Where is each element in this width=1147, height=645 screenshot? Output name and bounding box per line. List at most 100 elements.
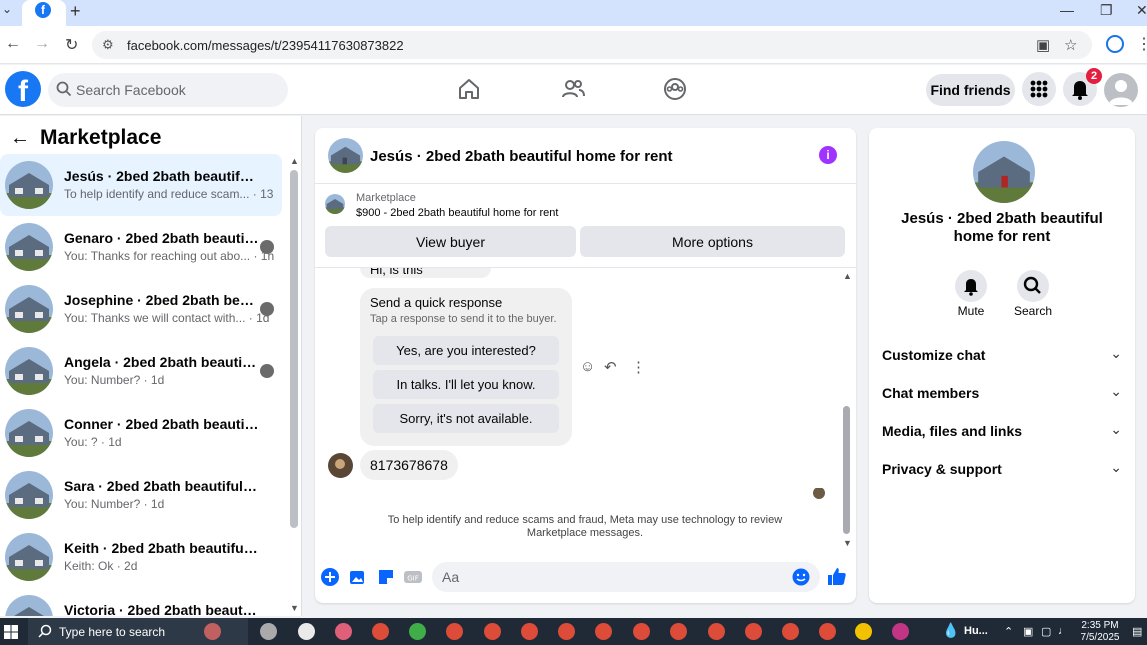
avatar-photo-icon xyxy=(328,453,353,478)
friends-icon[interactable] xyxy=(561,77,585,101)
message-field[interactable] xyxy=(432,562,820,592)
chat-members-row[interactable]: Chat members ⌄ xyxy=(882,381,1127,405)
message-input[interactable] xyxy=(442,562,782,592)
conversation-item[interactable]: Sara · 2bed 2bath beautiful hom... You: N… xyxy=(0,464,282,526)
app-icon[interactable] xyxy=(409,623,426,640)
facebook-logo-icon[interactable]: f xyxy=(5,71,41,108)
photo-icon[interactable] xyxy=(349,568,367,586)
groups-icon[interactable] xyxy=(663,77,687,101)
chrome-icon[interactable] xyxy=(708,623,725,640)
conversation-item[interactable]: Angela · 2bed 2bath beautiful... You: Num… xyxy=(0,340,282,402)
chat-scrollbar[interactable] xyxy=(843,406,850,534)
chrome-icon[interactable] xyxy=(558,623,575,640)
chat-scroll-up-icon[interactable]: ▲ xyxy=(843,271,852,281)
info-icon[interactable]: i xyxy=(819,146,837,164)
plus-icon[interactable] xyxy=(321,568,339,586)
more-options-button[interactable]: More options xyxy=(580,226,845,257)
menu-grid-button[interactable] xyxy=(1022,72,1056,106)
chrome-icon[interactable] xyxy=(745,623,762,640)
conversation-item[interactable]: Conner · 2bed 2bath beautiful h... You: ?… xyxy=(0,402,282,464)
chrome-icon[interactable] xyxy=(782,623,799,640)
search-input[interactable] xyxy=(76,73,276,107)
tray-display-icon[interactable]: ▢ xyxy=(1041,625,1051,638)
chrome-icon[interactable] xyxy=(670,623,687,640)
bicycle-app-icon[interactable] xyxy=(204,623,221,640)
search-conversation-button[interactable] xyxy=(1017,270,1049,302)
install-app-icon[interactable]: ▣ xyxy=(1036,36,1050,54)
listing-thumbnail[interactable] xyxy=(325,194,345,214)
message-more-icon[interactable]: ⋮ xyxy=(631,358,646,376)
like-icon[interactable] xyxy=(827,566,847,586)
tray-network-icon[interactable]: ▣ xyxy=(1023,625,1033,638)
scroll-down-icon[interactable]: ▼ xyxy=(290,603,299,613)
chrome-icon[interactable] xyxy=(855,623,872,640)
reload-icon[interactable]: ↻ xyxy=(65,35,78,55)
section-label: Chat members xyxy=(882,385,980,401)
chrome-icon[interactable] xyxy=(595,623,612,640)
weather-icon[interactable]: 💧 xyxy=(942,622,959,639)
chrome-icon[interactable] xyxy=(819,623,836,640)
instagram-icon[interactable] xyxy=(892,623,909,640)
tray-volume-icon[interactable]: ♩ xyxy=(1058,625,1069,637)
conversation-item[interactable]: Genaro · 2bed 2bath beautiful... You: Tha… xyxy=(0,216,282,278)
forward-icon[interactable]: → xyxy=(34,35,50,53)
sidebar-scrollbar[interactable] xyxy=(290,170,298,528)
reply-icon[interactable]: ↶ xyxy=(604,358,617,376)
facebook-search[interactable] xyxy=(48,73,288,107)
view-buyer-button[interactable]: View buyer xyxy=(325,226,576,257)
weather-label[interactable]: Hu... xyxy=(964,625,988,637)
chrome-icon[interactable] xyxy=(372,623,389,640)
url-text[interactable]: facebook.com/messages/t/2395411763087382… xyxy=(127,38,404,53)
gif-icon[interactable]: GIF xyxy=(404,568,422,586)
quick-response-button[interactable]: Yes, are you interested? xyxy=(373,336,559,365)
sender-avatar[interactable] xyxy=(328,453,353,478)
new-tab-icon[interactable]: + xyxy=(70,1,81,22)
react-emoji-icon[interactable]: ☺ xyxy=(580,358,595,375)
conversation-item[interactable]: Jesús · 2bed 2bath beautiful ho... To hel… xyxy=(0,154,282,216)
app-icon[interactable] xyxy=(298,623,315,640)
windows-start-icon[interactable] xyxy=(4,625,18,639)
media-files-links-row[interactable]: Media, files and links ⌄ xyxy=(882,419,1127,443)
notification-center-icon[interactable]: ▤ xyxy=(1132,625,1142,638)
customize-chat-row[interactable]: Customize chat ⌄ xyxy=(882,343,1127,367)
site-info-icon[interactable]: ⚙ xyxy=(102,37,114,53)
conversation-item[interactable]: Victoria · 2bed 2bath beautiful h... xyxy=(0,588,282,616)
bookmark-star-icon[interactable]: ☆ xyxy=(1064,36,1077,54)
chat-avatar[interactable] xyxy=(328,138,363,173)
privacy-support-row[interactable]: Privacy & support ⌄ xyxy=(882,457,1127,481)
browser-tab-facebook[interactable]: f xyxy=(22,0,66,26)
chrome-icon[interactable] xyxy=(446,623,463,640)
mute-button[interactable] xyxy=(955,270,987,302)
emoji-icon[interactable] xyxy=(792,568,810,586)
message-composer: GIF xyxy=(315,558,856,598)
app-icon[interactable] xyxy=(335,623,352,640)
tab-list-icon[interactable]: ⌄ xyxy=(2,2,18,22)
home-icon[interactable] xyxy=(457,77,481,101)
section-label: Privacy & support xyxy=(882,461,1002,477)
browser-menu-icon[interactable]: ⋮ xyxy=(1136,34,1147,54)
back-icon[interactable]: ← xyxy=(5,35,21,53)
taskbar-clock[interactable]: 2:35 PM 7/5/2025 xyxy=(1080,620,1120,644)
chat-scroll-down-icon[interactable]: ▼ xyxy=(843,538,852,548)
details-avatar[interactable] xyxy=(973,141,1035,203)
listing-price[interactable]: $900 - 2bed 2bath beautiful home for ren… xyxy=(356,207,558,219)
sticker-icon[interactable] xyxy=(377,568,395,586)
omnibox[interactable]: ⚙ facebook.com/messages/t/23954117630873… xyxy=(92,31,1092,59)
find-friends-button[interactable]: Find friends xyxy=(926,74,1015,106)
back-arrow-icon[interactable]: ← xyxy=(10,127,30,150)
minimize-icon[interactable]: — xyxy=(1060,2,1074,18)
tray-chevron-icon[interactable]: ⌃ xyxy=(1004,625,1013,638)
browser-profile-icon[interactable] xyxy=(1106,35,1124,53)
close-window-icon[interactable]: ✕ xyxy=(1136,2,1147,19)
scroll-up-icon[interactable]: ▲ xyxy=(290,156,299,166)
quick-response-button[interactable]: In talks. I'll let you know. xyxy=(373,370,559,399)
quick-response-button[interactable]: Sorry, it's not available. xyxy=(373,404,559,433)
chrome-icon[interactable] xyxy=(484,623,501,640)
chrome-icon[interactable] xyxy=(633,623,650,640)
restore-icon[interactable]: ❐ xyxy=(1100,2,1113,19)
task-view-icon[interactable] xyxy=(260,623,277,640)
conversation-item[interactable]: Keith · 2bed 2bath beautiful ho... Keith:… xyxy=(0,526,282,588)
account-avatar[interactable] xyxy=(1104,73,1138,107)
chrome-icon[interactable] xyxy=(521,623,538,640)
conversation-item[interactable]: Josephine · 2bed 2bath beauti... You: Tha… xyxy=(0,278,282,340)
